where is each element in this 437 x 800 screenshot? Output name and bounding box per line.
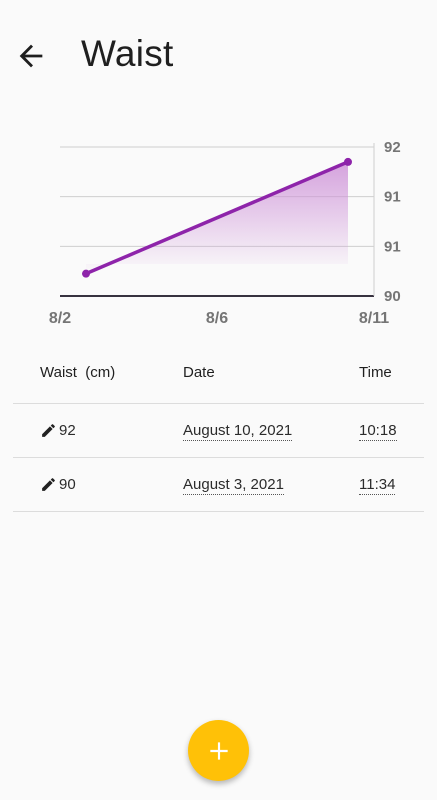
measurement-table: Waist (cm) Date Time 92 August 10, 2021 … [13, 348, 424, 512]
pencil-icon[interactable] [40, 476, 57, 493]
back-button[interactable] [10, 36, 52, 76]
data-point [82, 269, 90, 278]
x-tick-label: 8/6 [206, 310, 228, 327]
y-tick-label: 91 [384, 189, 401, 206]
date-value[interactable]: August 3, 2021 [183, 476, 284, 495]
add-entry-button[interactable] [188, 720, 249, 781]
y-tick-label: 90 [384, 288, 401, 305]
date-value[interactable]: August 10, 2021 [183, 422, 293, 441]
col-header-time[interactable]: Time [359, 364, 392, 381]
table-row[interactable]: 92 August 10, 2021 10:18 [13, 404, 424, 458]
waist-value[interactable]: 90 [59, 476, 76, 493]
plus-icon [209, 741, 228, 760]
time-value[interactable]: 11:34 [359, 476, 396, 495]
table-header: Waist (cm) Date Time [13, 348, 424, 404]
table-row[interactable]: 90 August 3, 2021 11:34 [13, 458, 424, 512]
col-header-waist[interactable]: Waist (cm) [40, 364, 115, 381]
page-title: Waist [81, 33, 174, 74]
pencil-icon[interactable] [40, 422, 57, 439]
col-header-date[interactable]: Date [183, 364, 215, 381]
x-tick-label: 8/11 [359, 310, 389, 327]
y-tick-label: 92 [384, 139, 401, 156]
arrow-left-icon [19, 44, 43, 68]
app-bar: Waist [0, 0, 437, 110]
waist-value[interactable]: 92 [59, 422, 76, 439]
x-tick-label: 8/2 [49, 310, 71, 327]
y-tick-label: 91 [384, 238, 401, 255]
time-value[interactable]: 10:18 [359, 422, 397, 441]
chart-svg: 92 91 91 90 8/2 8/6 8/11 [49, 139, 401, 327]
data-point [344, 157, 352, 166]
waist-chart: 92 91 91 90 8/2 8/6 8/11 [0, 120, 437, 335]
